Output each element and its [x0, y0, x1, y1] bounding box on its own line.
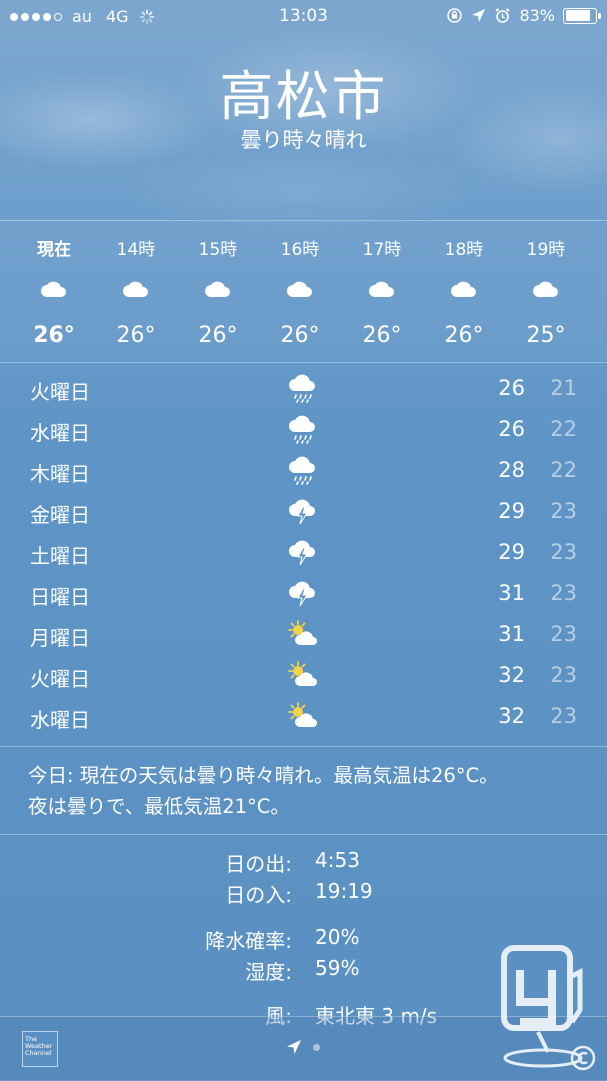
today-summary: 今日: 現在の天気は曇り時々晴れ。最高気温は26°C。 夜は曇りで、最低気温21…	[28, 760, 588, 822]
hour-temp: 26°	[280, 323, 320, 348]
hour-temp: 26°	[116, 323, 156, 348]
detail-value: 19:19	[315, 879, 373, 903]
weather-channel-logo[interactable]: The Weather Channel	[22, 1031, 58, 1067]
high-temp: 31	[498, 622, 525, 646]
daily-row: 土曜日 29 23	[0, 532, 607, 573]
detail-label: 湿度:	[245, 960, 292, 984]
low-temp: 21	[550, 376, 577, 400]
divider	[0, 362, 607, 363]
detail-label: 降水確率:	[205, 929, 292, 953]
hour-label: 14時	[116, 240, 156, 260]
day-name: 金曜日	[30, 503, 90, 527]
detail-value: 20%	[315, 925, 360, 949]
battery-percent: 83%	[519, 6, 555, 25]
day-name: 水曜日	[30, 421, 90, 445]
hour-label: 現在	[37, 240, 71, 260]
summary-line: 夜は曇りで、最低気温21°C。	[28, 795, 290, 818]
sunrise-row: 日の出: 4:53	[0, 848, 607, 878]
cloud-icon	[286, 279, 314, 299]
thunder-cloud-icon	[286, 577, 322, 609]
daily-row: 火曜日 26 21	[0, 368, 607, 409]
current-location-icon[interactable]	[286, 1039, 302, 1055]
rain-cloud-icon	[286, 372, 322, 404]
partly-sunny-icon	[286, 659, 322, 691]
hour-temp: 26°	[33, 323, 75, 348]
high-temp: 31	[498, 581, 525, 605]
daily-row: 水曜日 26 22	[0, 409, 607, 450]
hour-temp: 25°	[526, 323, 566, 348]
high-temp: 32	[498, 704, 525, 728]
sunset-row: 日の入: 19:19	[0, 879, 607, 909]
hour-label: 17時	[362, 240, 402, 260]
hour-label: 16時	[280, 240, 320, 260]
day-name: 土曜日	[30, 544, 90, 568]
cloud-icon	[450, 279, 478, 299]
summary-line: 今日: 現在の天気は曇り時々晴れ。最高気温は26°C。	[28, 764, 499, 787]
day-name: 日曜日	[30, 585, 90, 609]
high-temp: 26	[498, 376, 525, 400]
high-temp: 29	[498, 540, 525, 564]
divider	[0, 834, 607, 835]
low-temp: 23	[550, 499, 577, 523]
day-name: 火曜日	[30, 380, 90, 404]
high-temp: 29	[498, 499, 525, 523]
detail-label: 日の出:	[225, 852, 292, 876]
hour-label: 19時	[526, 240, 566, 260]
high-temp: 26	[498, 417, 525, 441]
day-name: 月曜日	[30, 626, 90, 650]
divider	[0, 746, 607, 747]
page-indicator-dot[interactable]	[313, 1044, 320, 1051]
hour-label: 18時	[444, 240, 484, 260]
detail-value: 59%	[315, 956, 360, 980]
daily-row: 火曜日 32 23	[0, 655, 607, 696]
daily-row: 日曜日 31 23	[0, 573, 607, 614]
high-temp: 28	[498, 458, 525, 482]
hour-temp: 26°	[444, 323, 484, 348]
status-bar: au 4G 13:03 83%	[0, 0, 607, 34]
day-name: 水曜日	[30, 708, 90, 732]
rotation-lock-icon	[447, 8, 463, 23]
rain-cloud-icon	[286, 413, 322, 445]
low-temp: 23	[550, 540, 577, 564]
location-arrow-icon	[472, 9, 486, 22]
day-name: 木曜日	[30, 462, 90, 486]
current-condition: 曇り時々晴れ	[240, 128, 367, 152]
alarm-clock-icon	[495, 8, 511, 23]
detail-value: 4:53	[315, 848, 360, 872]
daily-row: 金曜日 29 23	[0, 491, 607, 532]
battery-icon	[563, 7, 601, 24]
low-temp: 23	[550, 581, 577, 605]
cloud-icon	[122, 279, 150, 299]
low-temp: 23	[550, 663, 577, 687]
daily-row: 月曜日 31 23	[0, 614, 607, 655]
cloud-icon	[532, 279, 560, 299]
rain-cloud-icon	[286, 454, 322, 486]
cloud-icon	[40, 279, 68, 299]
hour-temp: 26°	[198, 323, 238, 348]
low-temp: 23	[550, 704, 577, 728]
low-temp: 22	[550, 417, 577, 441]
logo-text: Channel	[25, 1049, 52, 1057]
thunder-cloud-icon	[286, 536, 322, 568]
city-name: 高松市	[219, 65, 388, 128]
hour-label: 15時	[198, 240, 238, 260]
low-temp: 22	[550, 458, 577, 482]
partly-sunny-icon	[286, 618, 322, 650]
daily-row: 水曜日 32 23	[0, 696, 607, 737]
hour-temp: 26°	[362, 323, 402, 348]
hourly-forecast[interactable]: 現在 26° 14時 26° 15時 26° 16時 26° 17時 26° 18時 26° 19時 25…	[0, 221, 607, 361]
cloud-icon	[368, 279, 396, 299]
daily-row: 木曜日 28 22	[0, 450, 607, 491]
partly-sunny-icon	[286, 700, 322, 732]
site-watermark-icon	[501, 945, 596, 1071]
day-name: 火曜日	[30, 667, 90, 691]
thunder-cloud-icon	[286, 495, 322, 527]
detail-label: 日の入:	[225, 883, 292, 907]
low-temp: 23	[550, 622, 577, 646]
high-temp: 32	[498, 663, 525, 687]
cloud-icon	[204, 279, 232, 299]
